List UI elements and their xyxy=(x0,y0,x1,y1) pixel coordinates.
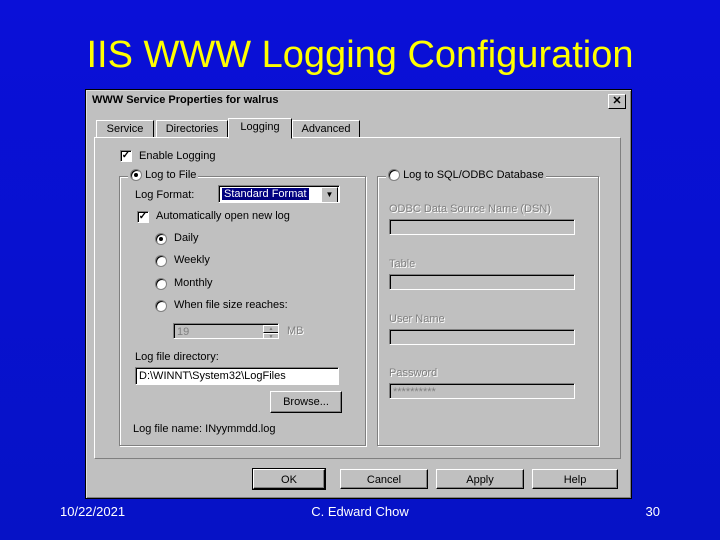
log-to-file-label: Log to File xyxy=(145,169,197,181)
file-size-unit: MB xyxy=(287,325,304,337)
monthly-radio[interactable] xyxy=(155,278,167,290)
spin-down-icon[interactable]: ▼ xyxy=(263,333,278,338)
enable-logging-label: Enable Logging xyxy=(139,150,216,162)
log-to-file-group: Log to File Log Format: Standard Format … xyxy=(119,169,366,446)
tab-directories[interactable]: Directories xyxy=(156,120,228,138)
tab-logging[interactable]: Logging xyxy=(228,118,292,139)
log-directory-value: D:\WINNT\System32\LogFiles xyxy=(139,370,286,382)
password-value: ********** xyxy=(393,386,436,398)
logging-panel: ✓ Enable Logging Log to File Log Format:… xyxy=(94,137,621,459)
enable-logging-checkbox[interactable]: ✓ xyxy=(120,150,132,162)
slide-author: C. Edward Chow xyxy=(311,504,409,519)
password-input[interactable]: ********** xyxy=(389,383,575,399)
tab-service[interactable]: Service xyxy=(96,120,154,138)
user-name-label: User Name xyxy=(389,313,445,325)
file-size-stepper[interactable]: 19 ▲ ▼ xyxy=(173,323,279,339)
weekly-label: Weekly xyxy=(174,254,210,266)
log-to-sql-label: Log to SQL/ODBC Database xyxy=(403,169,544,181)
log-to-file-option[interactable]: Log to File xyxy=(128,169,199,182)
file-size-value: 19 xyxy=(177,326,190,338)
dsn-label: ODBC Data Source Name (DSN) xyxy=(389,203,551,215)
log-to-file-radio[interactable] xyxy=(130,169,142,182)
cancel-button[interactable]: Cancel xyxy=(340,469,428,489)
ok-button[interactable]: OK xyxy=(252,468,326,490)
user-name-input[interactable] xyxy=(389,329,575,345)
slide-page-number: 30 xyxy=(645,504,660,519)
log-format-value: Standard Format xyxy=(222,188,309,200)
table-input[interactable] xyxy=(389,274,575,290)
log-directory-input[interactable]: D:\WINNT\System32\LogFiles xyxy=(135,367,339,385)
daily-label: Daily xyxy=(174,232,199,244)
slide-title: IIS WWW Logging Configuration xyxy=(86,34,634,76)
log-to-sql-option[interactable]: Log to SQL/ODBC Database xyxy=(386,169,546,182)
auto-open-log-label: Automatically open new log xyxy=(156,210,290,222)
properties-dialog: WWW Service Properties for walrus ✕ Serv… xyxy=(85,89,632,499)
log-directory-label: Log file directory: xyxy=(135,351,219,363)
chevron-down-icon[interactable]: ▼ xyxy=(321,187,338,202)
password-label: Password xyxy=(389,367,438,379)
file-size-radio[interactable] xyxy=(155,300,167,312)
log-file-name: Log file name: INyymmdd.log xyxy=(133,423,276,435)
help-button[interactable]: Help xyxy=(532,469,618,489)
auto-open-log-checkbox[interactable]: ✓ xyxy=(137,211,149,223)
browse-button[interactable]: Browse... xyxy=(270,391,342,413)
tab-advanced[interactable]: Advanced xyxy=(292,120,360,138)
file-size-label: When file size reaches: xyxy=(174,299,288,311)
daily-radio[interactable] xyxy=(155,233,167,245)
close-button[interactable]: ✕ xyxy=(608,94,626,109)
dialog-titlebar[interactable]: WWW Service Properties for walrus ✕ xyxy=(89,93,628,109)
monthly-label: Monthly xyxy=(174,277,213,289)
dialog-title: WWW Service Properties for walrus xyxy=(92,94,279,106)
log-to-sql-group: Log to SQL/ODBC Database ODBC Data Sourc… xyxy=(377,169,599,446)
apply-button[interactable]: Apply xyxy=(436,469,524,489)
spin-up-icon[interactable]: ▲ xyxy=(263,325,278,333)
dsn-input[interactable] xyxy=(389,219,575,235)
log-format-label: Log Format: xyxy=(135,189,195,201)
weekly-radio[interactable] xyxy=(155,255,167,267)
log-to-sql-radio[interactable] xyxy=(388,169,400,182)
spin-buttons[interactable]: ▲ ▼ xyxy=(263,325,278,338)
table-label: Table xyxy=(389,258,416,270)
close-icon: ✕ xyxy=(612,95,622,107)
log-format-select[interactable]: Standard Format ▼ xyxy=(218,185,340,203)
